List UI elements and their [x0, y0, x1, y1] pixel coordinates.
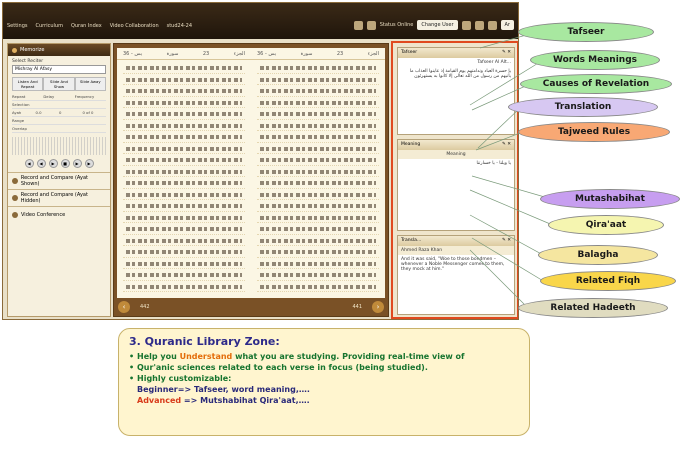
info-beginner: Beginner=> Tafseer, word meaning,….: [137, 385, 310, 394]
info-title: 3. Quranic Library Zone:: [129, 335, 280, 348]
callout-balagha: Balagha: [538, 245, 658, 265]
callout-words-meanings: Words Meanings: [530, 50, 660, 70]
callout-related-fiqh: Related Fiqh: [540, 271, 676, 291]
info-list: Help you Understand what you are studyin…: [129, 351, 519, 384]
info-text: => Mutshabihat Qira'aat,….: [181, 396, 310, 405]
info-advanced: Advanced => Mutshabihat Qira'aat,….: [129, 395, 519, 406]
info-text: Help you: [137, 352, 180, 361]
info-text: Qur'anic sciences related to each verse …: [137, 363, 428, 372]
info-item-continued: Qur'anic sciences related to each verse …: [129, 362, 519, 373]
info-understand: Understand: [179, 352, 233, 361]
info-item-customizable: Highly customizable:: [129, 373, 519, 384]
callout-tajweed-rules: Tajweed Rules: [518, 122, 670, 142]
callout-translation: Translation: [508, 97, 658, 117]
info-advanced-label: Advanced: [137, 396, 182, 405]
callout-mutashabihat: Mutashabihat: [540, 189, 680, 209]
info-text: Highly customizable:: [137, 374, 232, 383]
callout-tafseer: Tafseer: [518, 22, 654, 42]
callout-causes-of-revelation: Causes of Revelation: [520, 74, 672, 94]
callout-qiraat: Qira'aat: [548, 215, 664, 235]
callout-related-hadeeth: Related Hadeeth: [518, 298, 668, 318]
library-zone-info-box: 3. Quranic Library Zone: Help you Unders…: [118, 328, 530, 436]
info-item-understand: Help you Understand what you are studyin…: [129, 351, 519, 362]
info-text: what you are studying. Providing real-ti…: [232, 352, 465, 361]
